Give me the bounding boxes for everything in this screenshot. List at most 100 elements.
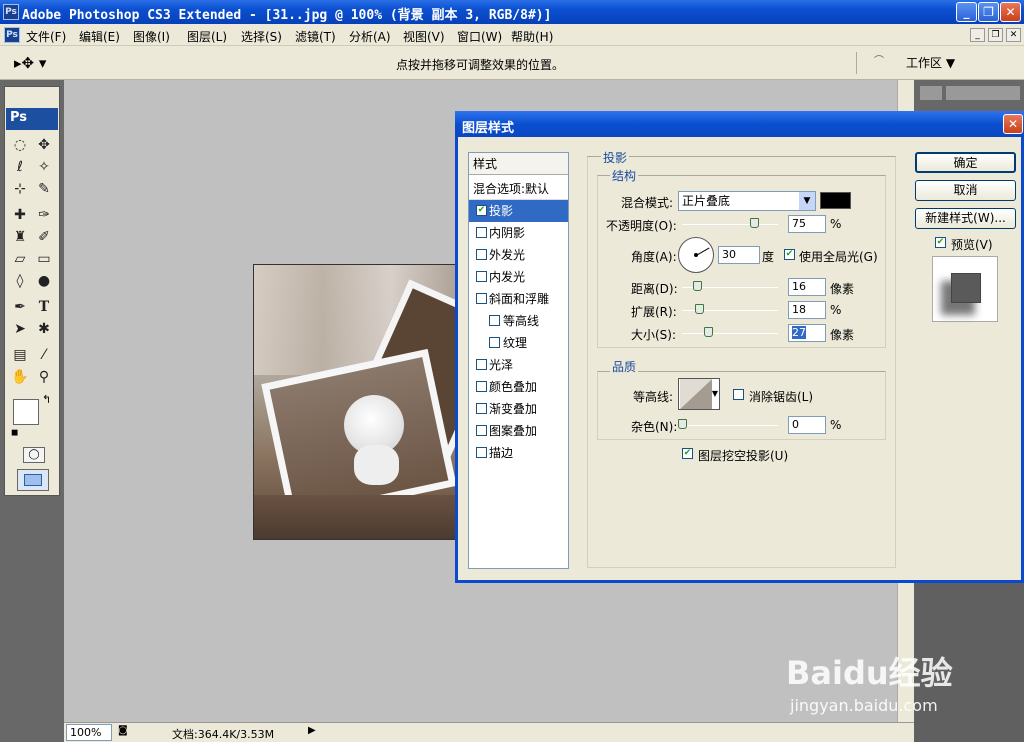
global-light-label[interactable]: 使用全局光(G) <box>799 248 878 265</box>
preview-label[interactable]: 预览(V) <box>951 236 993 253</box>
marquee-tool-icon[interactable]: ◌ <box>9 135 31 156</box>
spread-slider-thumb[interactable] <box>695 304 705 314</box>
style-checkbox[interactable] <box>476 249 487 260</box>
opacity-slider-track[interactable] <box>682 224 778 225</box>
doc-close-button[interactable]: ✕ <box>1006 28 1021 42</box>
path-selection-tool-icon[interactable]: ➤ <box>9 319 31 340</box>
shape-tool-icon[interactable]: ✱ <box>33 319 55 340</box>
history-brush-tool-icon[interactable]: ✐ <box>33 227 55 248</box>
noise-slider-track[interactable] <box>682 425 778 426</box>
menu-item[interactable]: 滤镜(T) <box>295 28 336 45</box>
document-image[interactable] <box>253 264 458 540</box>
distance-input[interactable]: 16 <box>788 278 826 296</box>
ok-button[interactable]: 确定 <box>915 152 1016 173</box>
style-item[interactable]: 斜面和浮雕 <box>469 288 568 310</box>
blending-options-item[interactable]: 混合选项:默认 <box>469 178 568 200</box>
dialog-close-button[interactable]: ✕ <box>1003 114 1023 134</box>
chevron-down-icon[interactable]: ▼ <box>799 192 815 210</box>
hand-tool-icon[interactable]: ✋ <box>9 367 31 388</box>
antialias-label[interactable]: 消除锯齿(L) <box>749 388 813 405</box>
new-style-button[interactable]: 新建样式(W)... <box>915 208 1016 229</box>
cancel-button[interactable]: 取消 <box>915 180 1016 201</box>
styles-header[interactable]: 样式 <box>469 153 568 175</box>
style-checkbox[interactable] <box>489 337 500 348</box>
style-item[interactable]: 内发光 <box>469 266 568 288</box>
lasso-tool-icon[interactable]: ℓ <box>9 157 31 178</box>
noise-slider-thumb[interactable] <box>678 419 687 429</box>
style-item[interactable]: 渐变叠加 <box>469 398 568 420</box>
shadow-color-swatch[interactable] <box>820 192 851 209</box>
size-slider-thumb[interactable] <box>703 327 713 337</box>
stamp-tool-icon[interactable]: ♜ <box>9 227 31 248</box>
healing-brush-tool-icon[interactable]: ✚ <box>9 205 31 226</box>
style-checkbox[interactable] <box>476 227 487 238</box>
document-icon[interactable]: Ps <box>4 27 20 43</box>
size-slider-track[interactable] <box>682 333 778 334</box>
style-checkbox[interactable]: ✔ <box>476 205 487 216</box>
menu-item[interactable]: 窗口(W) <box>457 28 502 45</box>
style-item[interactable]: ✔ 投影 <box>469 200 568 222</box>
eraser-tool-icon[interactable]: ▱ <box>9 249 31 270</box>
notes-tool-icon[interactable]: ▤ <box>9 345 31 366</box>
panel-tab[interactable] <box>946 86 1020 100</box>
swap-colors-icon[interactable]: ↰ <box>42 393 51 406</box>
workspace-menu[interactable]: 工作区 ▼ <box>906 54 955 71</box>
menu-item[interactable]: 帮助(H) <box>511 28 553 45</box>
contour-picker[interactable]: ▼ <box>678 378 720 410</box>
spread-input[interactable]: 18 <box>788 301 826 319</box>
minimize-button[interactable]: _ <box>956 2 977 22</box>
menu-item[interactable]: 视图(V) <box>403 28 445 45</box>
menu-item[interactable]: 文件(F) <box>26 28 66 45</box>
style-checkbox[interactable] <box>476 359 487 370</box>
style-checkbox[interactable] <box>476 271 487 282</box>
global-light-checkbox[interactable]: ✔ <box>784 249 795 260</box>
opacity-slider-thumb[interactable] <box>750 218 759 228</box>
doc-restore-button[interactable]: ❐ <box>988 28 1003 42</box>
zoom-tool-icon[interactable]: ⚲ <box>33 367 55 388</box>
pen-tool-icon[interactable]: ✒ <box>9 297 31 318</box>
chevron-down-icon[interactable]: ▼ <box>712 389 718 398</box>
dodge-tool-icon[interactable]: ● <box>33 271 55 292</box>
status-menu-icon[interactable]: ◙ <box>118 725 128 736</box>
blend-mode-select[interactable]: 正片叠底 ▼ <box>678 191 816 211</box>
style-checkbox[interactable] <box>476 447 487 458</box>
style-item[interactable]: 内阴影 <box>469 222 568 244</box>
opacity-input[interactable]: 75 <box>788 215 826 233</box>
style-checkbox[interactable] <box>476 403 487 414</box>
palette-well-icon[interactable]: ⌒ <box>874 52 884 67</box>
slice-tool-icon[interactable]: ✎ <box>33 179 55 200</box>
antialias-checkbox[interactable] <box>733 389 744 400</box>
panel-tab[interactable] <box>920 86 942 100</box>
style-checkbox[interactable] <box>476 293 487 304</box>
screen-mode-icon[interactable] <box>17 469 49 491</box>
menu-item[interactable]: 编辑(E) <box>79 28 120 45</box>
status-arrow-icon[interactable]: ▶ <box>308 725 316 736</box>
knockout-label[interactable]: 图层挖空投影(U) <box>698 447 788 464</box>
foreground-color-swatch[interactable] <box>13 399 39 425</box>
gradient-tool-icon[interactable]: ▭ <box>33 249 55 270</box>
eyedropper-tool-icon[interactable]: ⁄ <box>33 345 55 366</box>
angle-dial[interactable] <box>678 237 714 273</box>
style-item[interactable]: 颜色叠加 <box>469 376 568 398</box>
menu-item[interactable]: 图像(I) <box>133 28 170 45</box>
style-item[interactable]: 纹理 <box>469 332 568 354</box>
style-item[interactable]: 光泽 <box>469 354 568 376</box>
move-tool-icon[interactable]: ✥ <box>33 135 55 156</box>
blur-tool-icon[interactable]: ◊ <box>9 271 31 292</box>
zoom-level[interactable]: 100% <box>66 724 112 741</box>
style-checkbox[interactable] <box>489 315 500 326</box>
size-input[interactable]: 27 <box>788 324 826 342</box>
restore-button[interactable]: ❐ <box>978 2 999 22</box>
style-item[interactable]: 外发光 <box>469 244 568 266</box>
crop-tool-icon[interactable]: ⊹ <box>9 179 31 200</box>
style-checkbox[interactable] <box>476 381 487 392</box>
style-item[interactable]: 等高线 <box>469 310 568 332</box>
knockout-checkbox[interactable]: ✔ <box>682 448 693 459</box>
distance-slider-thumb[interactable] <box>693 281 703 291</box>
brush-tool-icon[interactable]: ✑ <box>33 205 55 226</box>
angle-input[interactable]: 30 <box>718 246 760 264</box>
magic-wand-tool-icon[interactable]: ✧ <box>33 157 55 178</box>
style-item[interactable]: 描边 <box>469 442 568 464</box>
close-button[interactable]: ✕ <box>1000 2 1021 22</box>
type-tool-icon[interactable]: T <box>33 297 55 318</box>
